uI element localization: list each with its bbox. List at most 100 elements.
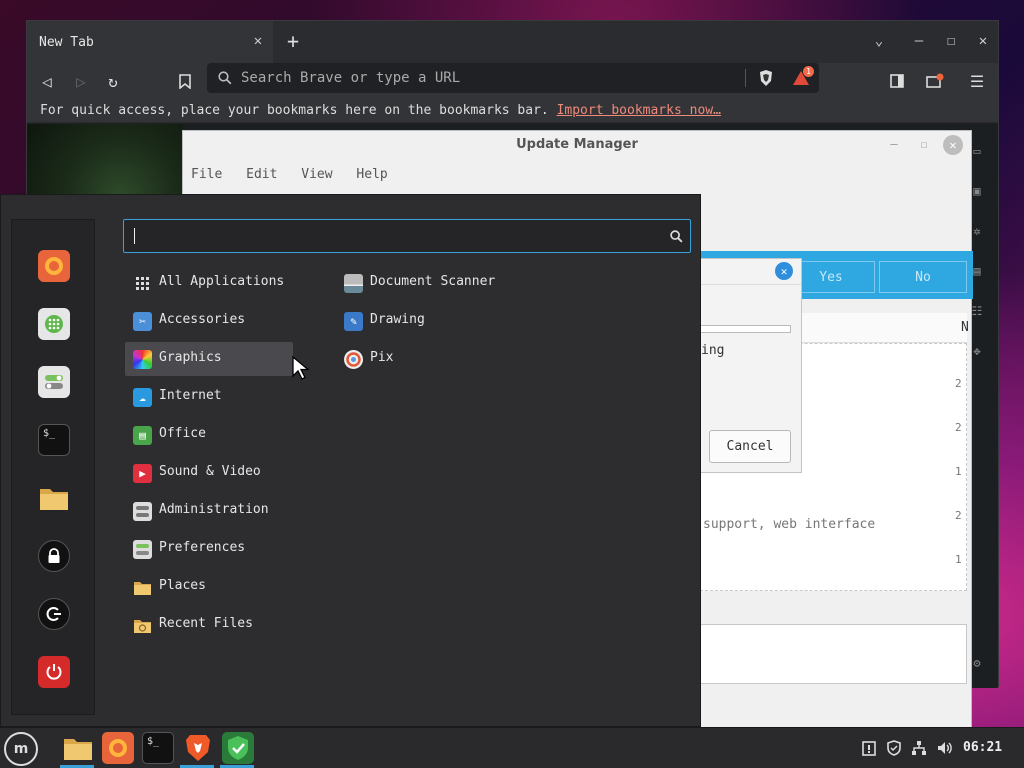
taskbar-files-icon[interactable] xyxy=(62,732,94,764)
um-row-value: 2 xyxy=(955,377,962,390)
dialog-status-text: ing xyxy=(701,343,725,358)
category-preferences[interactable]: Preferences xyxy=(125,532,293,566)
tab-list-chevron-icon[interactable]: ⌄ xyxy=(869,31,889,51)
recent-folder-icon xyxy=(133,616,152,635)
grid-icon xyxy=(133,274,152,293)
brave-shields-icon[interactable] xyxy=(757,69,775,87)
um-menubar: File Edit View Help xyxy=(191,167,404,182)
category-office[interactable]: ▤ Office xyxy=(125,418,293,452)
category-label: Administration xyxy=(159,502,269,517)
scissors-icon: ✂ xyxy=(133,312,152,331)
category-label: All Applications xyxy=(159,274,285,289)
firefox-icon[interactable] xyxy=(38,250,70,282)
category-graphics[interactable]: Graphics xyxy=(125,342,293,376)
menu-file[interactable]: File xyxy=(191,167,222,182)
bookmarks-hint: For quick access, place your bookmarks h… xyxy=(40,103,721,118)
wallet-icon[interactable] xyxy=(923,69,947,93)
um-maximize-icon[interactable]: ☐ xyxy=(917,137,931,151)
category-internet[interactable]: ☁ Internet xyxy=(125,380,293,414)
app-pix[interactable]: Pix xyxy=(337,342,537,376)
category-label: Sound & Video xyxy=(159,464,261,479)
tab-bar: New Tab ✕ + ⌄ – ☐ ✕ xyxy=(27,21,998,63)
category-label: Graphics xyxy=(159,350,222,365)
um-row-value: 2 xyxy=(955,421,962,434)
address-divider xyxy=(745,69,746,87)
taskbar-firefox-icon[interactable] xyxy=(102,732,134,764)
taskbar-terminal-icon[interactable]: $_ xyxy=(142,732,174,764)
category-sound-video[interactable]: ▶ Sound & Video xyxy=(125,456,293,490)
category-label: Accessories xyxy=(159,312,246,327)
taskbar-update-manager-icon[interactable] xyxy=(222,732,254,764)
update-manager-title: Update Manager xyxy=(516,137,638,152)
address-placeholder: Search Brave or type a URL xyxy=(241,70,461,86)
new-tab-button[interactable]: + xyxy=(283,29,303,53)
address-bar[interactable]: Search Brave or type a URL 1 xyxy=(207,63,819,93)
taskbar: m $_ 06:21 xyxy=(0,727,1024,768)
bookmark-icon[interactable] xyxy=(173,69,197,93)
shield-tray-icon[interactable] xyxy=(886,740,902,756)
taskbar-brave-icon[interactable] xyxy=(182,732,214,764)
lock-icon[interactable] xyxy=(38,540,70,572)
bookmarks-bar: For quick access, place your bookmarks h… xyxy=(27,99,998,123)
terminal-icon[interactable]: $_ xyxy=(38,424,70,456)
brave-rewards-icon[interactable]: 1 xyxy=(791,66,814,88)
software-manager-icon[interactable] xyxy=(38,308,70,340)
network-tray-icon[interactable] xyxy=(911,740,927,756)
sidebar-toggle-icon[interactable] xyxy=(885,69,909,93)
reload-icon[interactable]: ↻ xyxy=(101,69,125,93)
menu-hamburger-icon[interactable]: ☰ xyxy=(965,69,989,93)
mouse-pointer-icon xyxy=(292,356,310,380)
close-window-icon[interactable]: ✕ xyxy=(973,31,993,51)
play-icon: ▶ xyxy=(133,464,152,483)
power-icon[interactable] xyxy=(38,656,70,688)
app-drawing[interactable]: ✎ Drawing xyxy=(337,304,537,338)
graphics-palette-icon xyxy=(133,350,152,369)
logout-icon[interactable] xyxy=(38,598,70,630)
category-all-applications[interactable]: All Applications xyxy=(125,266,293,300)
category-label: Preferences xyxy=(159,540,246,555)
mint-menu-icon[interactable]: m xyxy=(4,732,38,766)
start-menu: $_ All Applications ✂ Accessories Graphi… xyxy=(0,194,701,727)
category-administration[interactable]: Administration xyxy=(125,494,293,528)
bookmarks-hint-text: For quick access, place your bookmarks h… xyxy=(40,103,549,118)
category-accessories[interactable]: ✂ Accessories xyxy=(125,304,293,338)
folder-icon xyxy=(133,578,152,597)
maximize-icon[interactable]: ☐ xyxy=(941,31,961,51)
um-description-text: support, web interface xyxy=(703,517,876,532)
close-tab-icon[interactable]: ✕ xyxy=(249,32,267,50)
category-places[interactable]: Places xyxy=(125,570,293,604)
favorites-bar: $_ xyxy=(11,219,95,715)
files-folder-icon[interactable] xyxy=(38,482,70,514)
um-close-icon[interactable]: ✕ xyxy=(943,135,963,155)
um-minimize-icon[interactable]: – xyxy=(887,137,901,151)
scanner-icon xyxy=(344,274,363,293)
admin-toggle-icon xyxy=(133,502,152,521)
category-recent-files[interactable]: Recent Files xyxy=(125,608,293,642)
um-row-value: 1 xyxy=(955,553,962,566)
tab-new-tab[interactable]: New Tab ✕ xyxy=(27,21,273,63)
taskbar-clock[interactable]: 06:21 xyxy=(963,740,1002,755)
dialog-titlebar xyxy=(695,259,801,285)
settings-toggle-icon[interactable] xyxy=(38,366,70,398)
app-document-scanner[interactable]: Document Scanner xyxy=(337,266,537,300)
import-bookmarks-link[interactable]: Import bookmarks now… xyxy=(557,103,721,118)
volume-tray-icon[interactable] xyxy=(937,740,953,756)
minimize-icon[interactable]: – xyxy=(909,31,929,51)
menu-edit[interactable]: Edit xyxy=(246,167,277,182)
search-icon xyxy=(668,228,684,244)
pencil-icon: ✎ xyxy=(344,312,363,331)
category-label: Office xyxy=(159,426,206,441)
rewards-badge: 1 xyxy=(803,66,814,77)
clipboard-tray-icon[interactable] xyxy=(861,740,877,756)
um-column-header: N xyxy=(961,320,969,335)
forward-icon[interactable]: ▷ xyxy=(69,69,93,93)
app-label: Document Scanner xyxy=(370,274,496,289)
back-icon[interactable]: ◁ xyxy=(35,69,59,93)
dialog-progress-bar xyxy=(695,325,791,333)
menu-view[interactable]: View xyxy=(301,167,332,182)
menu-search-input[interactable] xyxy=(123,219,691,253)
category-label: Recent Files xyxy=(159,616,253,631)
menu-help[interactable]: Help xyxy=(356,167,387,182)
um-no-button[interactable]: No xyxy=(879,261,967,293)
dialog-cancel-button[interactable]: Cancel xyxy=(709,430,791,463)
